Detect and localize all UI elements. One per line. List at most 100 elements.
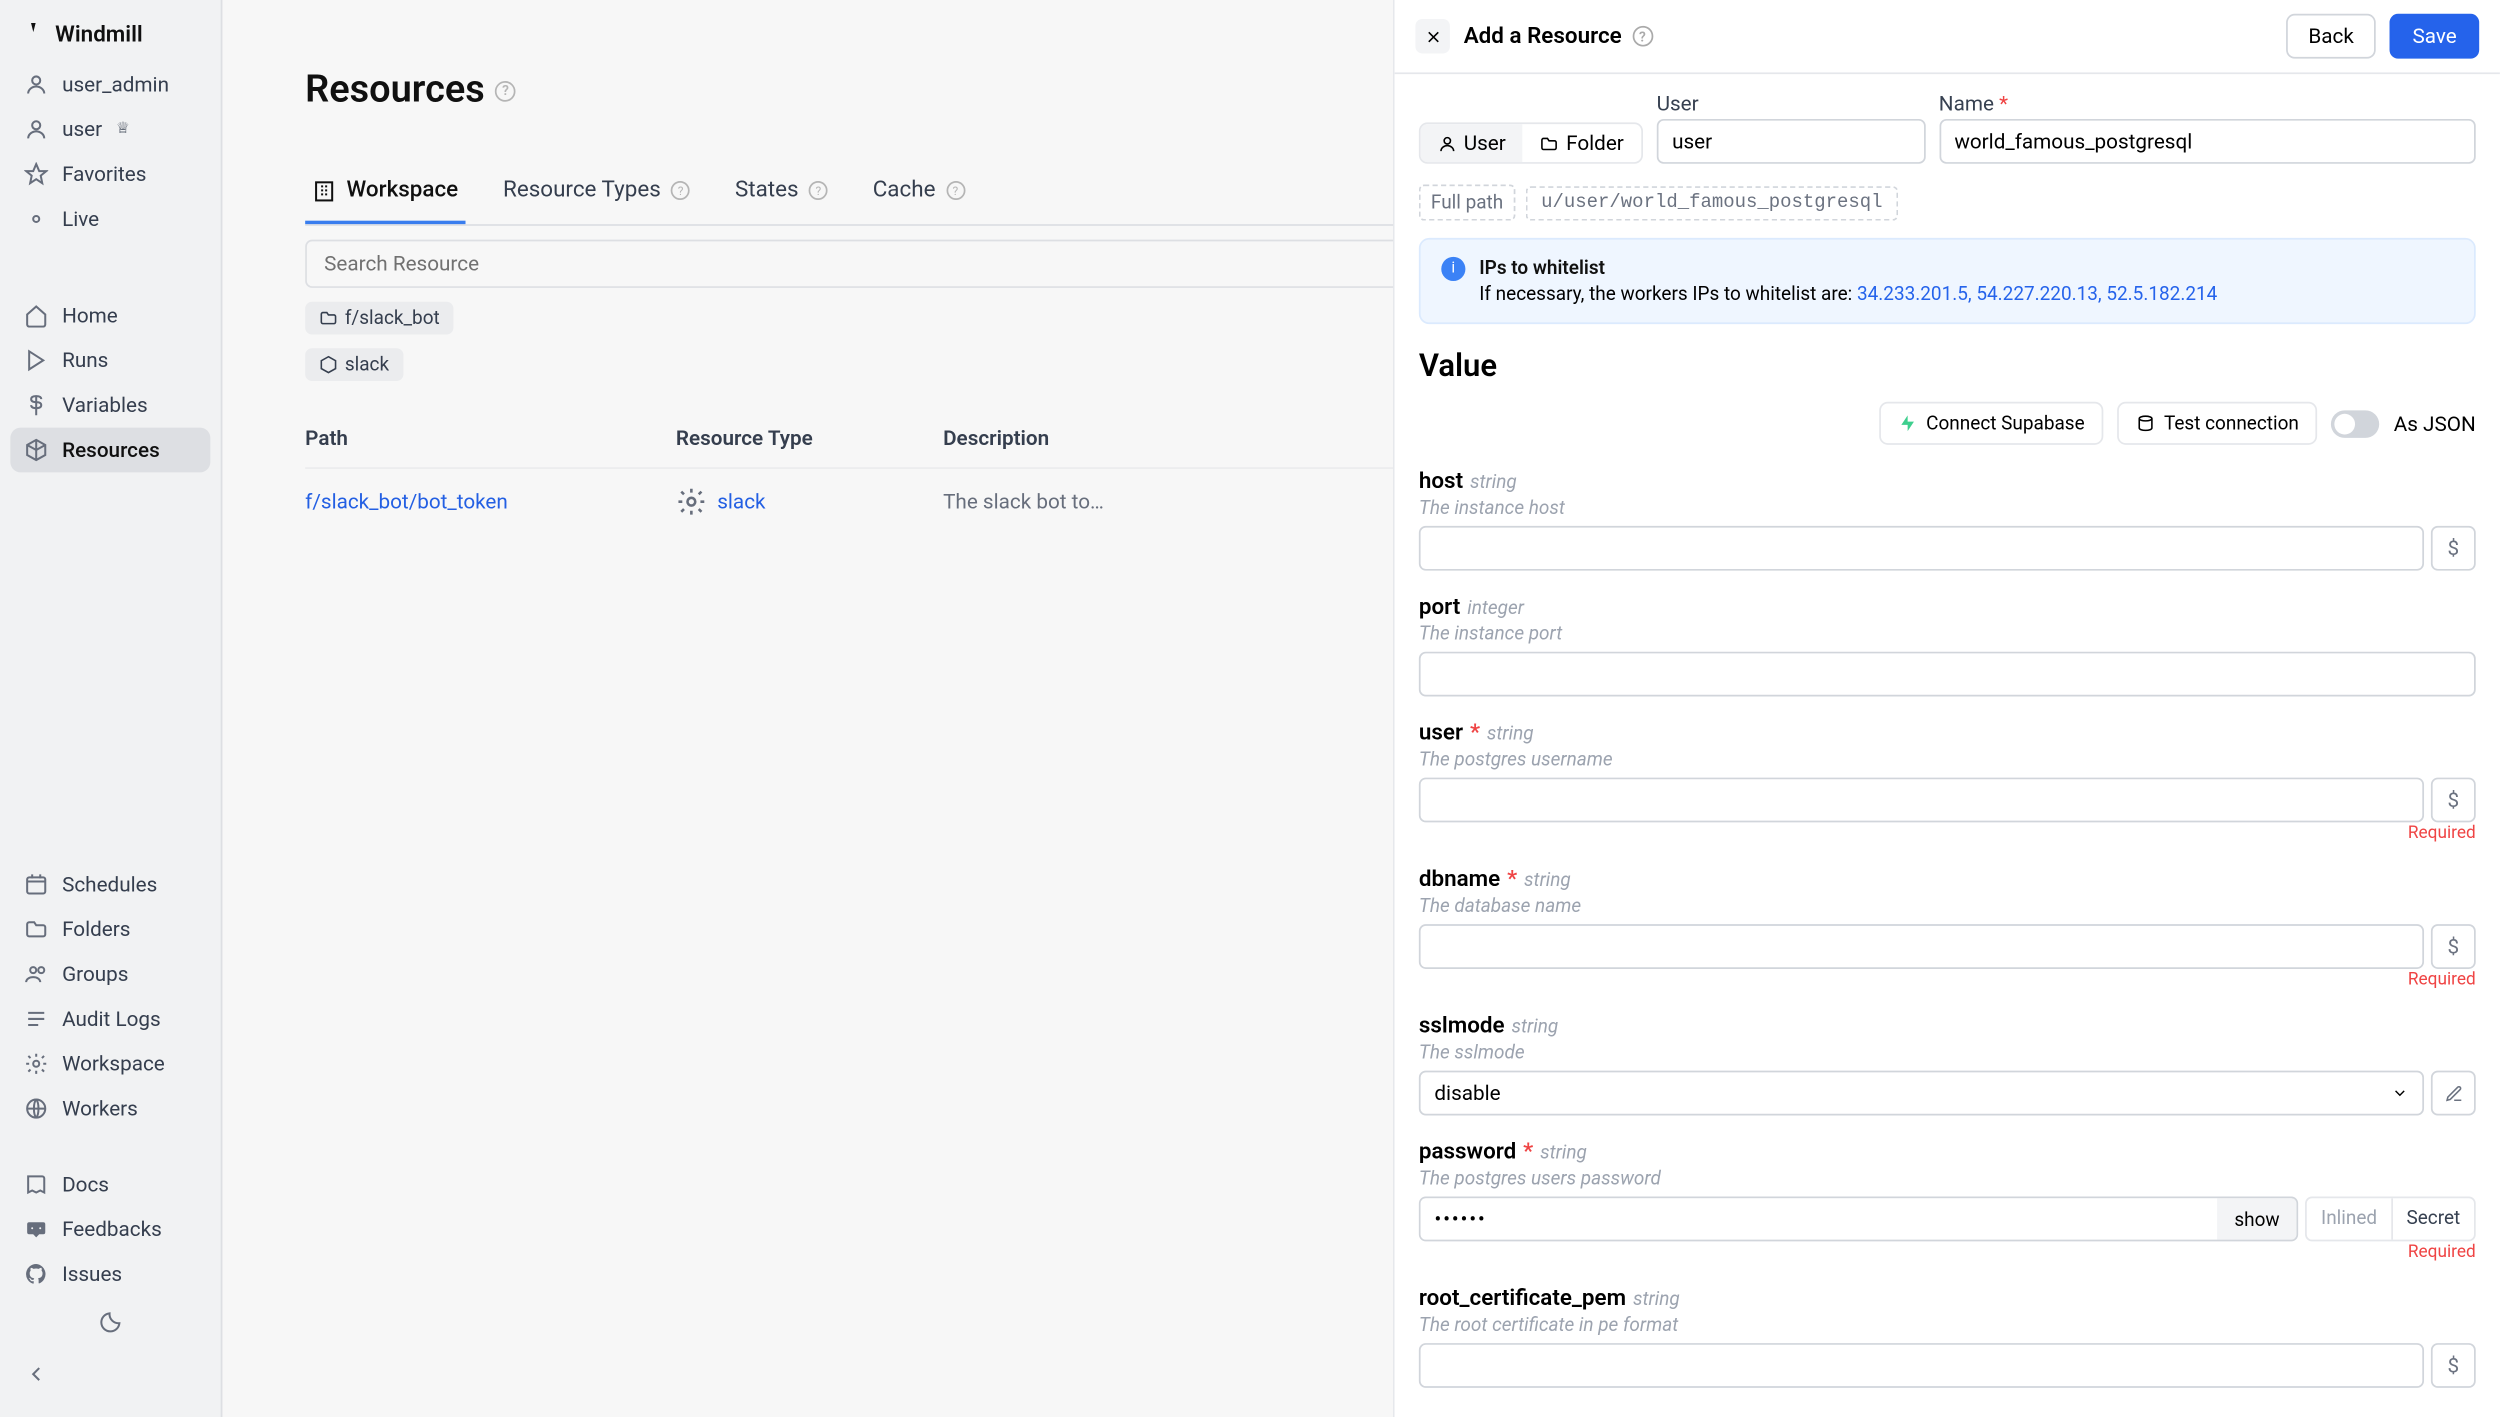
sidebar-issues[interactable]: Issues [10, 1252, 210, 1297]
live-icon [24, 207, 48, 231]
sidebar-audit-logs[interactable]: Audit Logs [10, 997, 210, 1042]
pencil-icon [2444, 1084, 2463, 1103]
home-icon [24, 303, 48, 327]
sidebar-home[interactable]: Home [10, 293, 210, 338]
sslmode-edit-button[interactable] [2431, 1071, 2476, 1116]
name-input[interactable] [1939, 119, 2476, 164]
port-input[interactable] [1419, 652, 2476, 697]
password-input[interactable] [1421, 1198, 2218, 1239]
tab-states[interactable]: States ? [728, 160, 835, 224]
label: Favorites [62, 162, 146, 186]
label: Workers [62, 1097, 138, 1121]
test-connection-button[interactable]: Test connection [2117, 402, 2317, 445]
host-var-button[interactable]: $ [2431, 526, 2476, 571]
logo[interactable]: Windmill [10, 10, 210, 62]
back-button[interactable]: Back [2286, 14, 2376, 59]
gear-icon [24, 1052, 48, 1076]
label: Runs [62, 348, 108, 372]
sidebar-user[interactable]: user ♕ [10, 107, 210, 152]
field-host: host string The instance host $ [1419, 469, 2476, 571]
close-icon [1423, 27, 1442, 46]
sidebar-feedbacks[interactable]: Feedbacks [10, 1207, 210, 1252]
sidebar-folders[interactable]: Folders [10, 907, 210, 952]
show-password-button[interactable]: show [2217, 1198, 2297, 1239]
info-icon[interactable]: ? [1632, 26, 1653, 47]
sslmode-select[interactable]: disable [1419, 1071, 2424, 1116]
as-json-toggle[interactable] [2332, 409, 2380, 437]
sidebar-groups[interactable]: Groups [10, 952, 210, 997]
row-path[interactable]: f/slack_bot/bot_token [305, 490, 676, 514]
chip-folder[interactable]: f/slack_bot [305, 302, 453, 335]
sidebar-workspace[interactable]: Workspace [10, 1041, 210, 1086]
label: Feedbacks [62, 1217, 162, 1241]
secret-toggle[interactable]: Inlined Secret [2306, 1197, 2476, 1242]
tab-label: Workspace [347, 178, 459, 204]
lines-icon [24, 1007, 48, 1031]
tab-workspace[interactable]: Workspace [305, 160, 465, 224]
sidebar-docs[interactable]: Docs [10, 1162, 210, 1207]
calendar-icon [24, 872, 48, 896]
required-text: Required [1419, 971, 2476, 990]
folder-icon [1540, 134, 1559, 153]
field-password: password* string The postgres users pass… [1419, 1140, 2476, 1262]
box-icon [24, 438, 48, 462]
user-label: User [1657, 91, 1925, 115]
field-sslmode: sslmode string The sslmode disable [1419, 1014, 2476, 1116]
label: Audit Logs [62, 1007, 161, 1031]
fullpath: Full path u/user/world_famous_postgresql [1419, 184, 2476, 220]
label: Live [62, 207, 99, 231]
tab-cache[interactable]: Cache ? [866, 160, 972, 224]
sidebar-schedules[interactable]: Schedules [10, 862, 210, 907]
label: Home [62, 303, 118, 327]
users-icon [24, 962, 48, 986]
collapse-icon[interactable] [24, 1362, 48, 1386]
label: Docs [62, 1172, 109, 1196]
sidebar-user-admin[interactable]: user_admin [10, 62, 210, 107]
sidebar: Windmill user_admin user ♕ Favorites Liv… [0, 0, 222, 1417]
sidebar-runs[interactable]: Runs [10, 338, 210, 383]
user-field-input[interactable] [1419, 778, 2424, 823]
seg-user[interactable]: User [1421, 124, 1523, 162]
value-title: Value [1419, 348, 1497, 384]
column-type: Resource Type [676, 426, 943, 450]
windmill-logo-icon [17, 21, 45, 49]
info-icon: ? [809, 181, 828, 200]
user-icon [1438, 134, 1457, 153]
column-path: Path [305, 426, 676, 450]
close-button[interactable] [1415, 19, 1449, 53]
moon-icon[interactable] [98, 1310, 122, 1334]
label: Groups [62, 962, 128, 986]
host-input[interactable] [1419, 526, 2424, 571]
sidebar-workers[interactable]: Workers [10, 1086, 210, 1131]
row-type[interactable]: slack [676, 486, 943, 517]
root-cert-input[interactable] [1419, 1343, 2424, 1388]
ips-link[interactable]: 34.233.201.5, 54.227.220.13, 52.5.182.21… [1857, 283, 2217, 305]
seg-folder[interactable]: Folder [1523, 124, 1641, 162]
dbname-input[interactable] [1419, 924, 2424, 969]
brand-name: Windmill [55, 22, 143, 48]
label: Variables [62, 393, 148, 417]
connect-supabase-button[interactable]: Connect Supabase [1880, 402, 2104, 445]
chip-slack[interactable]: slack [305, 348, 403, 381]
save-button[interactable]: Save [2390, 14, 2479, 59]
dbname-var-button[interactable]: $ [2431, 924, 2476, 969]
as-json-label: As JSON [2394, 411, 2476, 435]
info-icon[interactable]: ? [495, 80, 516, 101]
label: Folders [62, 917, 130, 941]
info-title: IPs to whitelist [1479, 257, 2217, 279]
user-var-button[interactable]: $ [2431, 778, 2476, 823]
sidebar-variables[interactable]: Variables [10, 383, 210, 428]
sidebar-favorites[interactable]: Favorites [10, 152, 210, 197]
label: user [62, 117, 102, 141]
root-cert-var-button[interactable]: $ [2431, 1343, 2476, 1388]
sidebar-live[interactable]: Live [10, 197, 210, 242]
tab-resource-types[interactable]: Resource Types ? [496, 160, 697, 224]
field-dbname: dbname* string The database name $ Requi… [1419, 867, 2476, 989]
sidebar-resources[interactable]: Resources [10, 428, 210, 473]
drawer-title: Add a Resource ? [1464, 23, 1653, 49]
user-input[interactable] [1657, 119, 1925, 164]
book-icon [24, 1172, 48, 1196]
folder-icon [24, 917, 48, 941]
fullpath-value: u/user/world_famous_postgresql [1526, 185, 1898, 219]
supabase-icon [1899, 414, 1918, 433]
